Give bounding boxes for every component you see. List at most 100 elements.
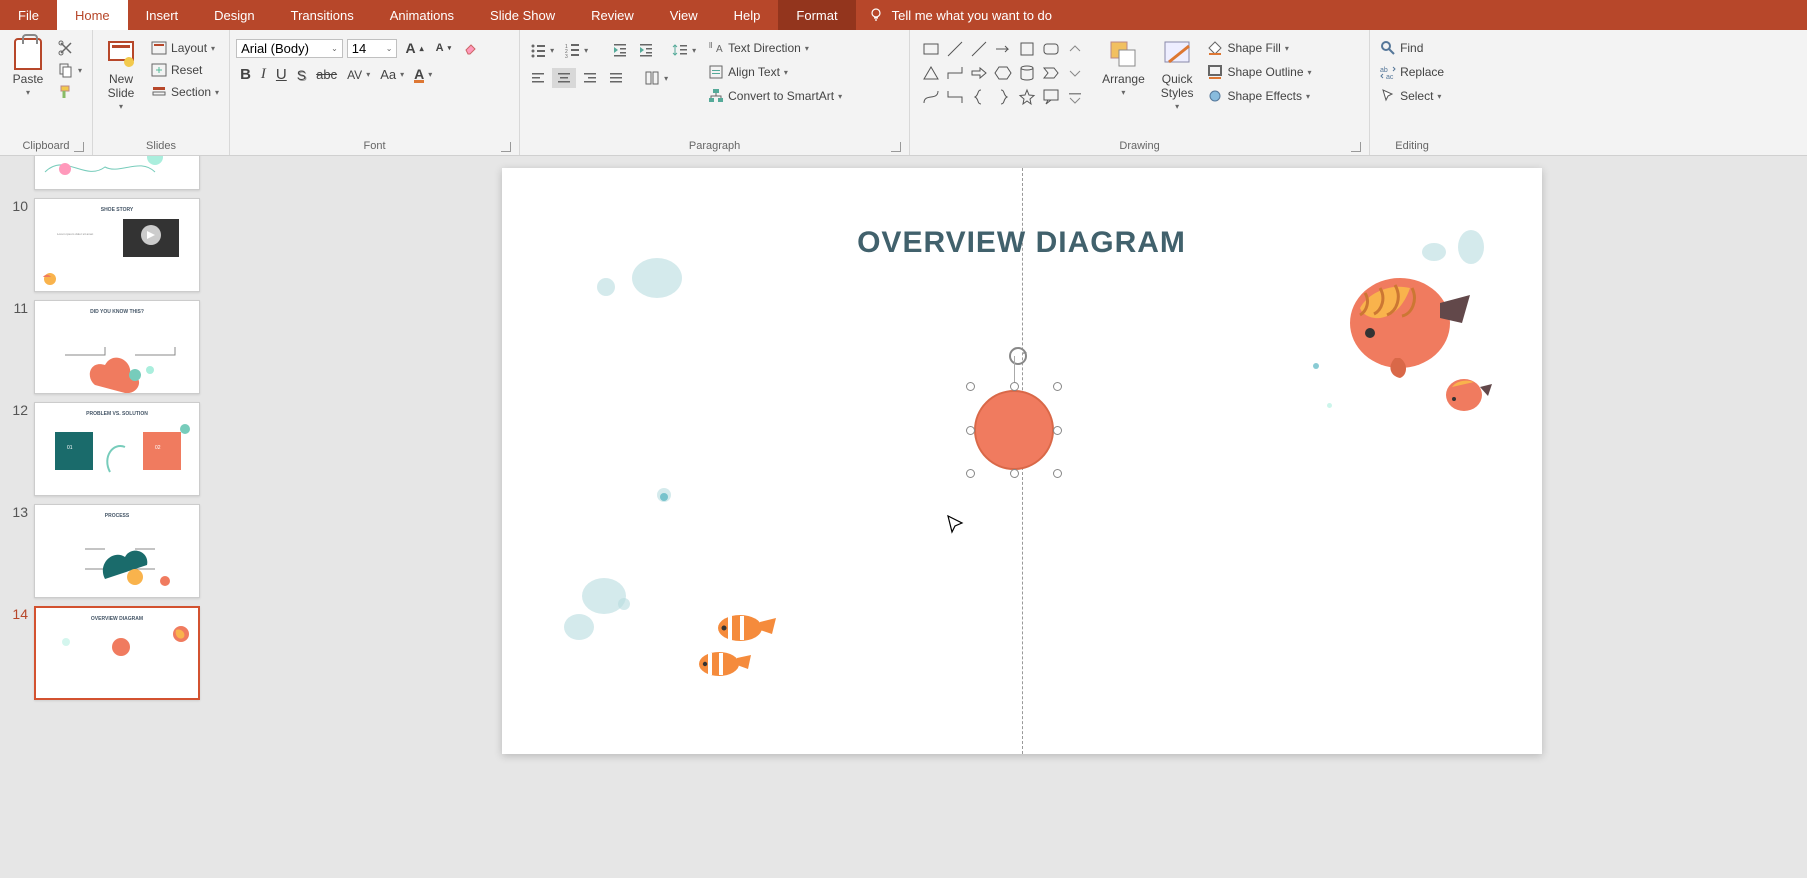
bullets-button[interactable]: ▾ [526,40,558,60]
align-center-button[interactable] [552,68,576,88]
shape-callout-icon[interactable] [1041,87,1061,107]
justify-button[interactable] [604,68,628,88]
increase-indent-button[interactable] [634,40,658,60]
cut-button[interactable] [54,38,86,58]
tab-review[interactable]: Review [573,0,652,30]
shape-hexagon-icon[interactable] [993,63,1013,83]
slide-thumbnail-11[interactable]: DID YOU KNOW THIS? [34,300,200,394]
quick-styles-button[interactable]: Quick Styles▾ [1155,34,1200,115]
shape-arrow-icon[interactable] [993,39,1013,59]
tab-view[interactable]: View [652,0,716,30]
shape-brace-left-icon[interactable] [969,87,989,107]
decrease-indent-button[interactable] [608,40,632,60]
shape-line-icon[interactable] [945,39,965,59]
slide-canvas-area[interactable]: OVERVIEW DIAGRAM [236,156,1807,878]
replace-button[interactable]: abac Replace [1376,62,1448,82]
tell-me-search[interactable]: Tell me what you want to do [856,0,1064,30]
dialog-launcher-icon[interactable] [501,142,511,152]
tab-help[interactable]: Help [716,0,779,30]
change-case-button[interactable]: Aa▾ [376,65,408,84]
resize-handle[interactable] [1053,382,1062,391]
character-spacing-button[interactable]: AV▾ [343,66,374,84]
gallery-more-icon[interactable] [1065,87,1085,107]
dialog-launcher-icon[interactable] [1351,142,1361,152]
paste-button[interactable]: Paste ▾ [6,34,50,101]
resize-handle[interactable] [1053,426,1062,435]
underline-button[interactable]: U [272,64,291,85]
arrange-button[interactable]: Arrange▾ [1096,34,1151,101]
shape-fill-button[interactable]: Shape Fill▾ [1203,38,1315,58]
slide-canvas[interactable]: OVERVIEW DIAGRAM [502,168,1542,754]
bold-button[interactable]: B [236,64,255,85]
tab-design[interactable]: Design [196,0,272,30]
resize-handle[interactable] [966,426,975,435]
slide-thumbnail-10[interactable]: SHOE STORY Lorem ipsum dolor sit amet [34,198,200,292]
text-direction-button[interactable]: llA Text Direction▾ [704,38,846,58]
convert-smartart-button[interactable]: Convert to SmartArt▾ [704,86,846,106]
resize-handle[interactable] [966,469,975,478]
gallery-scroll-up-icon[interactable] [1065,39,1085,59]
align-right-button[interactable] [578,68,602,88]
decrease-font-button[interactable]: A▾ [432,40,455,56]
shape-curve-icon[interactable] [921,87,941,107]
tab-animations[interactable]: Animations [372,0,472,30]
shape-connector-icon[interactable] [945,63,965,83]
find-button[interactable]: Find [1376,38,1448,58]
shape-chevron-icon[interactable] [1041,63,1061,83]
align-text-button[interactable]: Align Text▾ [704,62,846,82]
shapes-gallery[interactable] [916,34,1092,114]
shape-triangle-icon[interactable] [921,63,941,83]
shape-rect-icon[interactable] [921,39,941,59]
resize-handle[interactable] [1053,469,1062,478]
shape-roundrect-icon[interactable] [1041,39,1061,59]
slide-thumbnail-panel[interactable]: 10 SHOE STORY Lorem ipsum dolor sit amet… [0,156,236,878]
shape-rect2-icon[interactable] [1017,39,1037,59]
font-size-select[interactable]: 14⌄ [347,39,398,58]
shape-effects-button[interactable]: Shape Effects▾ [1203,86,1315,106]
shape-outline-button[interactable]: Shape Outline▾ [1203,62,1315,82]
slide-thumbnail-14[interactable]: OVERVIEW DIAGRAM [34,606,200,700]
slide-thumbnail-13[interactable]: PROCESS [34,504,200,598]
format-painter-button[interactable] [54,82,86,102]
resize-handle[interactable] [1010,469,1019,478]
tab-insert[interactable]: Insert [128,0,197,30]
tab-format[interactable]: Format [778,0,855,30]
rotate-handle[interactable] [1006,344,1024,362]
shape-star-icon[interactable] [1017,87,1037,107]
columns-button[interactable]: ▾ [640,68,672,88]
slide-thumbnail-12[interactable]: PROBLEM VS. SOLUTION 0102 [34,402,200,496]
selected-oval-shape[interactable] [968,384,1060,476]
dialog-launcher-icon[interactable] [74,142,84,152]
line-spacing-button[interactable]: ▾ [668,40,700,60]
clear-formatting-button[interactable] [459,38,483,58]
dialog-launcher-icon[interactable] [891,142,901,152]
tab-file[interactable]: File [0,0,57,30]
shape-brace-right-icon[interactable] [993,87,1013,107]
numbering-button[interactable]: 123▾ [560,40,592,60]
increase-font-button[interactable]: A▴ [401,38,427,58]
strikethrough-button[interactable]: abc [312,65,341,84]
align-left-button[interactable] [526,68,550,88]
gallery-scroll-down-icon[interactable] [1065,63,1085,83]
font-name-select[interactable]: Arial (Body)⌄ [236,39,343,58]
tab-transitions[interactable]: Transitions [273,0,372,30]
copy-button[interactable]: ▾ [54,60,86,80]
font-color-button[interactable]: A ▾ [410,64,436,85]
section-button[interactable]: Section▾ [147,82,223,102]
tab-slideshow[interactable]: Slide Show [472,0,573,30]
resize-handle[interactable] [1010,382,1019,391]
select-button[interactable]: Select▾ [1376,86,1448,106]
italic-button[interactable]: I [257,64,270,85]
shape-blockarrow-icon[interactable] [969,63,989,83]
shape-cylinder-icon[interactable] [1017,63,1037,83]
tab-home[interactable]: Home [57,0,128,30]
shadow-button[interactable]: S [293,65,310,85]
layout-button[interactable]: Layout▾ [147,38,223,58]
slide-title-text[interactable]: OVERVIEW DIAGRAM [857,226,1186,260]
shape-line2-icon[interactable] [969,39,989,59]
reset-button[interactable]: Reset [147,60,223,80]
resize-handle[interactable] [966,382,975,391]
shape-connector3-icon[interactable] [945,87,965,107]
oval-shape[interactable] [974,390,1054,470]
new-slide-button[interactable]: New Slide ▾ [99,34,143,115]
